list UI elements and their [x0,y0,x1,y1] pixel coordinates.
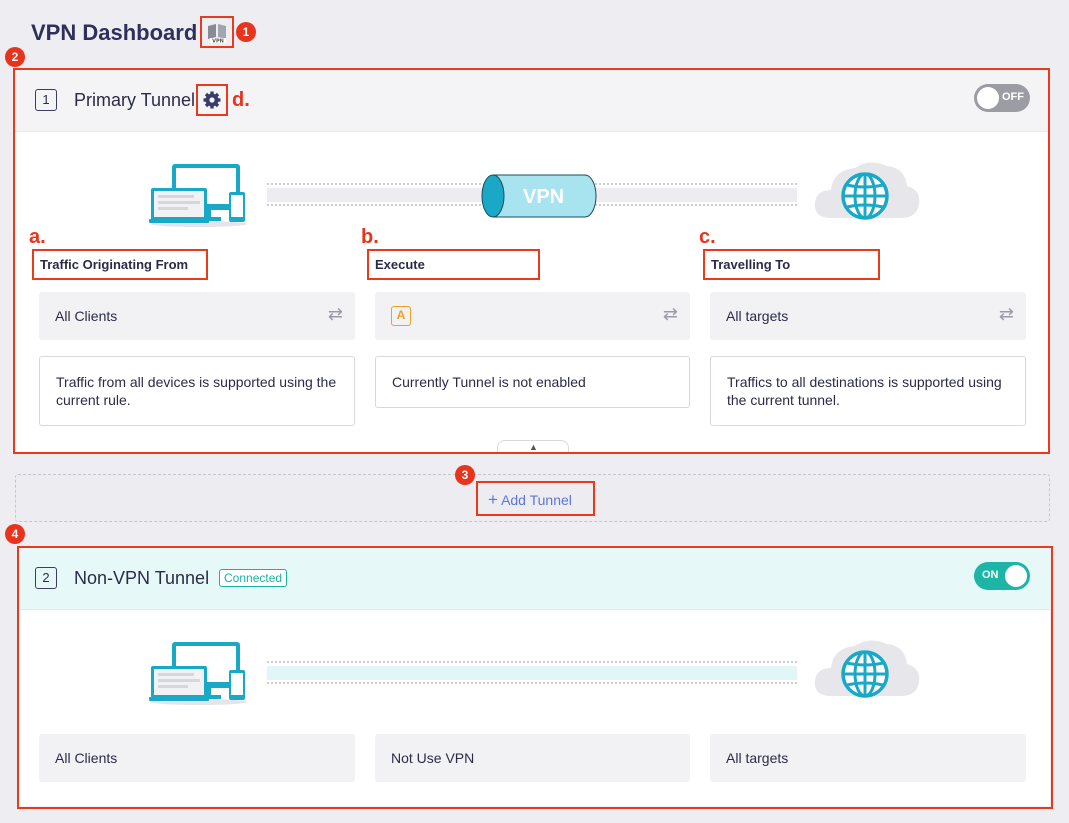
annotation-badge-1: 1 [236,22,256,42]
annotation-badge-4: 4 [5,524,25,544]
annotation-box-gear [196,84,228,116]
annotation-box-non-vpn-tunnel [17,546,1053,809]
annotation-box-label-b [367,249,540,280]
annotation-box-add-tunnel [476,481,595,516]
annotation-letter-d: d. [232,89,250,111]
annotation-box-icon [200,16,234,48]
annotation-badge-2: 2 [5,47,25,67]
annotation-badge-3: 3 [455,465,475,485]
annotation-box-label-a [32,249,208,280]
annotation-letter-a: a. [29,226,46,248]
annotation-box-label-c [703,249,880,280]
page-title: VPN Dashboard [31,20,198,45]
annotation-letter-b: b. [361,226,379,248]
annotation-letter-c: c. [699,226,716,248]
